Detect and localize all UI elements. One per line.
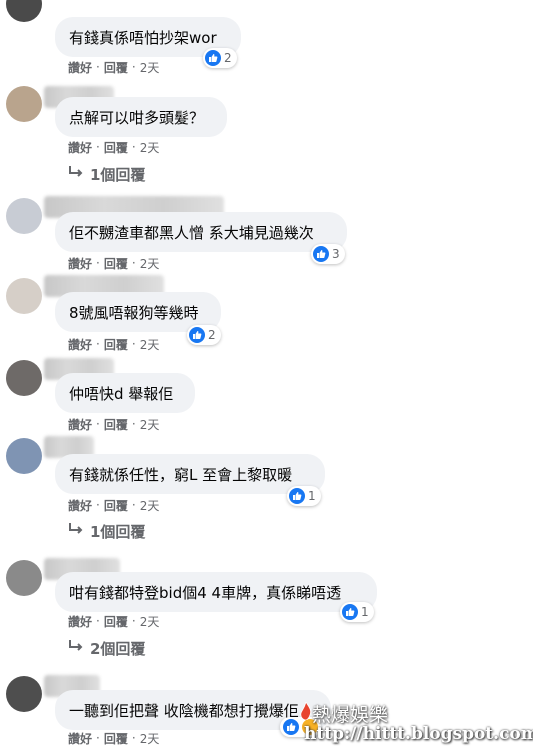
- reaction-count[interactable]: 2: [187, 325, 221, 345]
- avatar[interactable]: [6, 560, 42, 596]
- comment-text: 佢不嬲渣車都黑人憎 系大埔見過幾次: [69, 223, 314, 242]
- timestamp[interactable]: 2天: [140, 497, 160, 514]
- dot-separator: ·: [96, 60, 100, 74]
- reply-arrow-icon: [68, 639, 84, 657]
- comment-bubble: 佢不嬲渣車都黑人憎 系大埔見過幾次: [55, 212, 347, 252]
- replies-count: 2個回覆: [90, 639, 146, 658]
- timestamp[interactable]: 2天: [140, 59, 160, 76]
- flame-logo-icon: [300, 702, 312, 720]
- replies-count: 1個回覆: [90, 165, 146, 184]
- watermark-url: http://hittt.blogspot.com: [304, 724, 533, 744]
- comment-actions: 讚好 · 回覆 · 2天: [68, 612, 159, 630]
- replies-count: 1個回覆: [90, 522, 146, 541]
- dot-separator: ·: [131, 140, 136, 154]
- timestamp[interactable]: 2天: [140, 613, 160, 630]
- avatar[interactable]: [6, 0, 42, 22]
- like-icon: [289, 488, 305, 504]
- comment-actions: 讚好 · 回覆 · 2天: [68, 138, 159, 156]
- reply-link[interactable]: 回覆: [104, 336, 128, 353]
- watermark-title: 熱爆娛樂: [312, 704, 389, 726]
- like-link[interactable]: 讚好: [68, 255, 92, 272]
- comment-text: 咁有錢都特登bid個4 4車牌，真係睇唔透: [69, 583, 342, 602]
- reaction-count[interactable]: 1: [287, 486, 321, 506]
- comment-bubble: 咁有錢都特登bid個4 4車牌，真係睇唔透: [55, 572, 377, 612]
- dot-separator: ·: [131, 256, 136, 270]
- reply-link[interactable]: 回覆: [104, 59, 128, 76]
- like-link[interactable]: 讚好: [68, 730, 92, 747]
- like-icon: [313, 246, 329, 262]
- dot-separator: ·: [131, 337, 136, 351]
- avatar[interactable]: [6, 86, 42, 122]
- reply-link[interactable]: 回覆: [104, 255, 128, 272]
- comment-text: 一聽到佢把聲 收陰機都想打攪爆佢: [69, 701, 299, 720]
- dot-separator: ·: [131, 60, 136, 74]
- reply-arrow-icon: [68, 165, 84, 183]
- like-link[interactable]: 讚好: [68, 59, 92, 76]
- like-count: 2: [224, 51, 232, 65]
- reply-link[interactable]: 回覆: [104, 730, 128, 747]
- reply-arrow-icon: [68, 522, 84, 540]
- comment-actions: 讚好 · 回覆 · 2天: [68, 729, 159, 747]
- dot-separator: ·: [96, 498, 100, 512]
- like-link[interactable]: 讚好: [68, 416, 92, 433]
- timestamp[interactable]: 2天: [140, 255, 160, 272]
- comment-actions: 讚好 · 回覆 · 2天: [68, 415, 159, 433]
- like-link[interactable]: 讚好: [68, 613, 92, 630]
- dot-separator: ·: [96, 731, 100, 745]
- avatar[interactable]: [6, 278, 42, 314]
- like-count: 1: [308, 489, 316, 503]
- dot-separator: ·: [131, 417, 136, 431]
- comment-actions: 讚好 · 回覆 · 2天: [68, 496, 159, 514]
- reaction-count[interactable]: 1: [340, 602, 374, 622]
- comment-text: 8號風唔報狗等幾時: [69, 303, 199, 322]
- timestamp[interactable]: 2天: [140, 139, 160, 156]
- reaction-count[interactable]: 2: [203, 48, 237, 68]
- comment-bubble: 有錢就係任性，窮L 至會上黎取暖: [55, 454, 325, 494]
- avatar[interactable]: [6, 676, 42, 712]
- timestamp[interactable]: 2天: [140, 730, 160, 747]
- like-count: 3: [332, 247, 340, 261]
- like-icon: [205, 50, 221, 66]
- comment-actions: 讚好 · 回覆 · 2天: [68, 254, 159, 272]
- reply-link[interactable]: 回覆: [104, 139, 128, 156]
- reaction-count[interactable]: 3: [311, 244, 345, 264]
- dot-separator: ·: [96, 614, 100, 628]
- timestamp[interactable]: 2天: [140, 416, 160, 433]
- comment-text: 点解可以咁多頭髮？: [69, 108, 205, 127]
- comment-bubble: 仲唔快d 舉報佢: [55, 373, 195, 413]
- dot-separator: ·: [96, 417, 100, 431]
- dot-separator: ·: [131, 498, 136, 512]
- reply-link[interactable]: 回覆: [104, 416, 128, 433]
- avatar[interactable]: [6, 360, 42, 396]
- avatar[interactable]: [6, 438, 42, 474]
- view-replies-link[interactable]: 1個回覆: [68, 521, 145, 541]
- view-replies-link[interactable]: 2個回覆: [68, 638, 145, 658]
- dot-separator: ·: [131, 731, 136, 745]
- like-link[interactable]: 讚好: [68, 139, 92, 156]
- timestamp[interactable]: 2天: [140, 336, 160, 353]
- like-icon: [342, 604, 358, 620]
- dot-separator: ·: [96, 337, 100, 351]
- reply-link[interactable]: 回覆: [104, 497, 128, 514]
- comment-bubble: 点解可以咁多頭髮？: [55, 97, 227, 137]
- reply-link[interactable]: 回覆: [104, 613, 128, 630]
- like-link[interactable]: 讚好: [68, 497, 92, 514]
- like-icon: [283, 719, 299, 735]
- comment-actions: 讚好 · 回覆 · 2天: [68, 335, 159, 353]
- comment-text: 有錢就係任性，窮L 至會上黎取暖: [69, 465, 293, 484]
- comment-text: 仲唔快d 舉報佢: [69, 384, 174, 403]
- avatar[interactable]: [6, 198, 42, 234]
- like-icon: [189, 327, 205, 343]
- dot-separator: ·: [96, 140, 100, 154]
- view-replies-link[interactable]: 1個回覆: [68, 164, 145, 184]
- comment-text: 有錢真係唔怕抄架wor: [69, 28, 217, 47]
- like-count: 1: [361, 605, 369, 619]
- watermark: 熱爆娛樂 http://hittt.blogspot.com: [300, 700, 533, 750]
- dot-separator: ·: [96, 256, 100, 270]
- comment-actions: 讚好 · 回覆 · 2天: [68, 58, 159, 76]
- like-link[interactable]: 讚好: [68, 336, 92, 353]
- like-count: 2: [208, 328, 216, 342]
- dot-separator: ·: [131, 614, 136, 628]
